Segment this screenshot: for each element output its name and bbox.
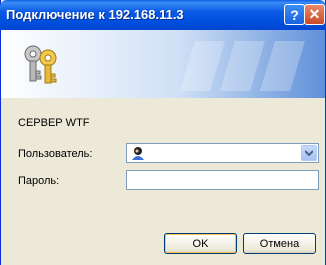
dialog-banner [1,30,325,98]
window-title: Подключение к 192.168.11.3 [6,7,184,22]
ok-button[interactable]: OK [164,233,237,254]
dialog-content: СЕРВЕР WTF Пользователь: Пароль: OK Отме… [1,98,325,265]
help-button[interactable]: ? [284,4,305,25]
dropdown-button[interactable] [301,145,317,161]
server-name: СЕРВЕР WTF [18,117,90,129]
login-dialog: Подключение к 192.168.11.3 ? ✕ СЕРВЕР WT… [0,0,326,265]
banner-decoration [180,41,305,91]
password-field[interactable] [126,170,319,190]
cancel-button[interactable]: Отмена [243,233,316,254]
keys-icon [24,45,57,84]
close-button[interactable]: ✕ [304,4,325,25]
user-label: Пользователь: [18,148,93,160]
user-icon [132,147,144,160]
chevron-down-icon [305,150,313,156]
user-combobox[interactable] [126,143,319,163]
password-label: Пароль: [18,175,60,187]
title-bar[interactable]: Подключение к 192.168.11.3 ? ✕ [0,0,326,30]
